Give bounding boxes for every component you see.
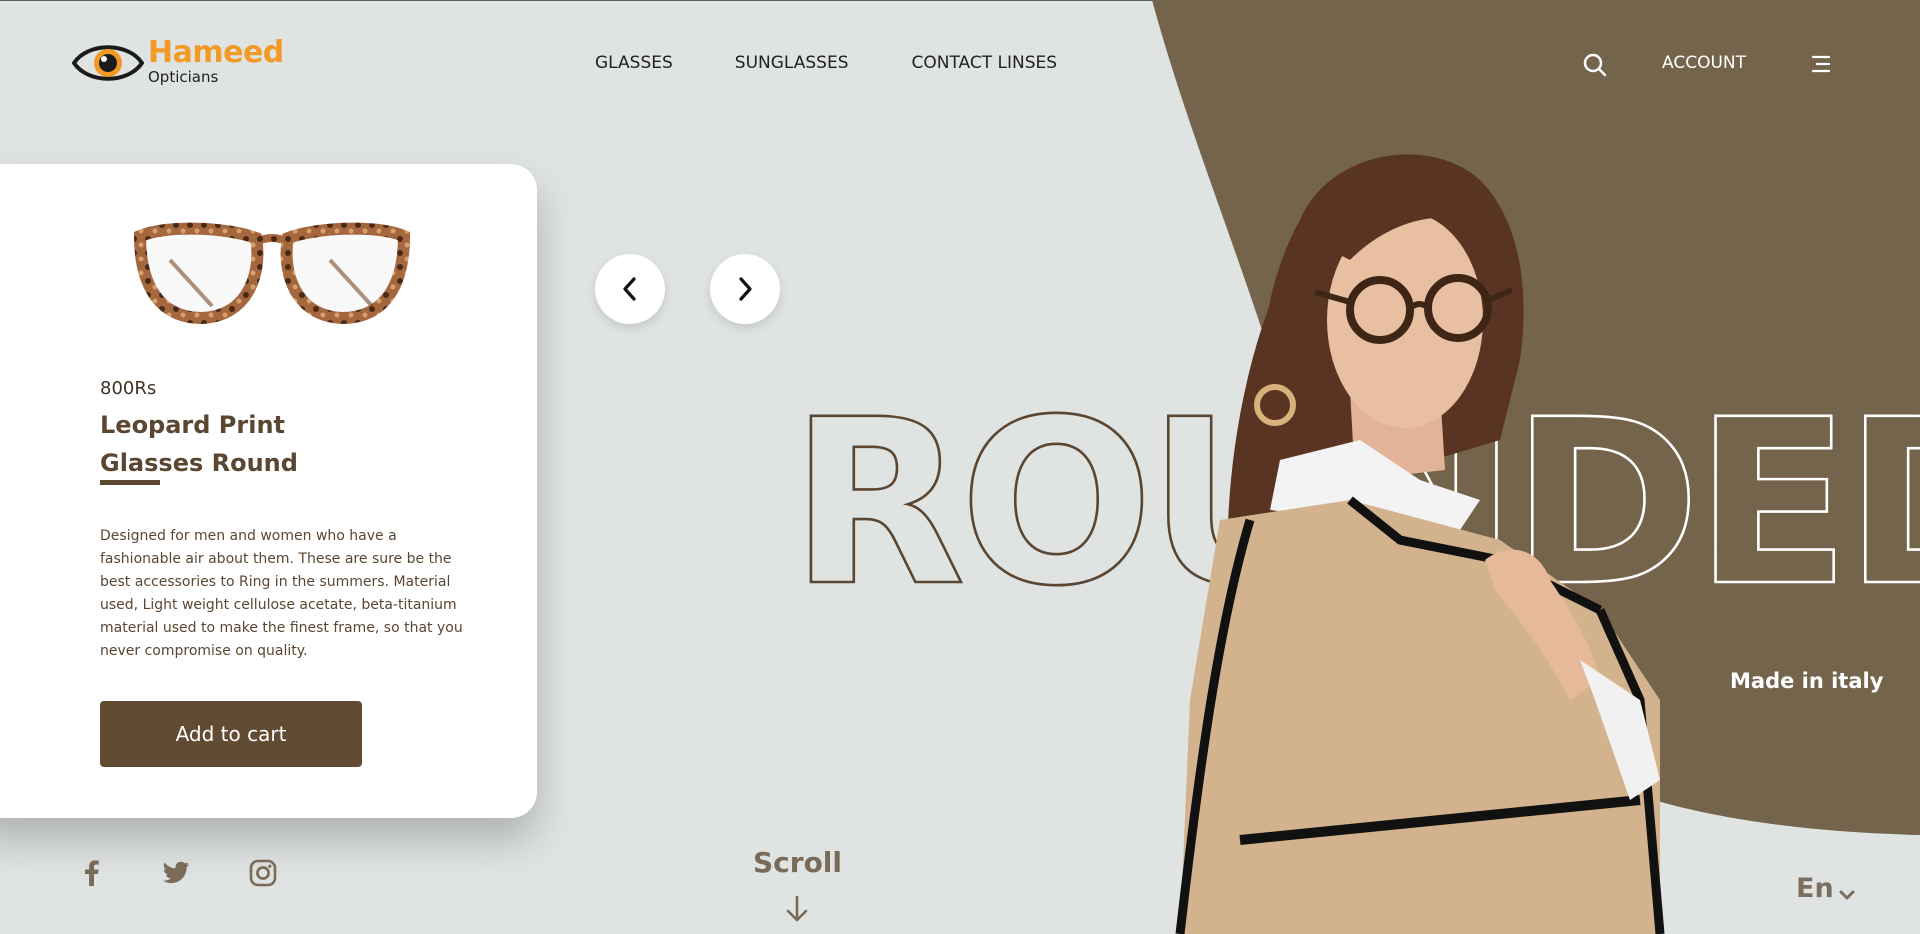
eye-icon	[72, 45, 144, 81]
carousel-next-button[interactable]	[710, 254, 780, 324]
chevron-down-icon	[1839, 890, 1855, 900]
title-underline	[100, 480, 160, 485]
hero-page: ROUNDED ROUNDED	[0, 0, 1920, 934]
product-price: 800Rs	[100, 378, 157, 399]
main-nav: GLASSES SUNGLASSES CONTACT LINSES	[595, 53, 1119, 73]
glasses-product-image	[133, 222, 411, 324]
language-selector[interactable]: En	[1796, 873, 1856, 904]
made-in-tagline: Made in italy	[1730, 669, 1884, 693]
nav-item-glasses[interactable]: GLASSES	[595, 53, 673, 73]
language-label: En	[1796, 873, 1834, 904]
nav-item-sunglasses[interactable]: SUNGLASSES	[735, 53, 849, 73]
arrow-down-icon[interactable]	[784, 894, 810, 924]
product-description: Designed for men and women who have a fa…	[100, 528, 463, 659]
account-link[interactable]: ACCOUNT	[1662, 53, 1746, 73]
instagram-link[interactable]	[248, 858, 278, 888]
nav-item-contact-linses[interactable]: CONTACT LINSES	[912, 53, 1058, 73]
chevron-right-icon	[739, 277, 752, 301]
chevron-left-icon	[623, 277, 636, 301]
twitter-link[interactable]	[161, 858, 191, 888]
brand-logo[interactable]: Hameed Opticians	[72, 35, 284, 88]
twitter-icon	[163, 861, 189, 884]
carousel-prev-button[interactable]	[595, 254, 665, 324]
product-title: Leopard Print Glasses Round	[100, 411, 298, 477]
model-photo	[1175, 154, 1665, 934]
add-to-cart-button[interactable]: Add to cart	[100, 701, 362, 767]
brand-name: Hameed	[148, 35, 284, 70]
instagram-icon	[249, 859, 277, 887]
facebook-icon	[85, 860, 99, 886]
menu-icon[interactable]	[1810, 54, 1832, 74]
product-card: 800Rs Leopard Print Glasses Round Design…	[0, 164, 537, 818]
facebook-link[interactable]	[76, 858, 106, 888]
brand-subtitle: Opticians	[148, 68, 219, 86]
search-icon[interactable]	[1582, 52, 1608, 78]
scroll-label[interactable]: Scroll	[753, 846, 842, 879]
